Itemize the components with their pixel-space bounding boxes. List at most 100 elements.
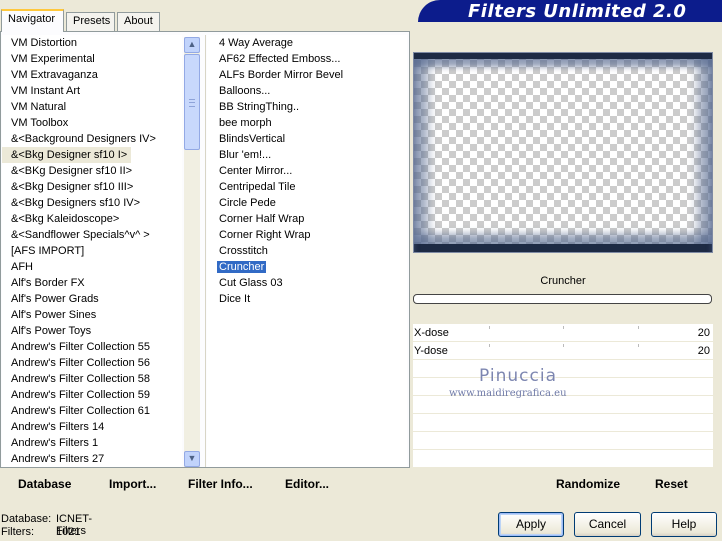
- category-item[interactable]: VM Extravaganza: [2, 67, 182, 83]
- cancel-button[interactable]: Cancel: [574, 512, 641, 537]
- param-value: 20: [697, 345, 710, 357]
- category-item[interactable]: Alf's Power Grads: [2, 291, 182, 307]
- filter-item[interactable]: AF62 Effected Emboss...: [207, 51, 407, 67]
- category-label: Andrew's Filter Collection 58: [11, 373, 151, 385]
- database-button[interactable]: Database: [18, 477, 71, 491]
- filter-item[interactable]: Corner Half Wrap: [207, 211, 407, 227]
- category-item[interactable]: Andrew's Filter Collection 58: [2, 371, 182, 387]
- category-item[interactable]: VM Instant Art: [2, 83, 182, 99]
- tab-about[interactable]: About: [117, 12, 160, 31]
- category-item[interactable]: &<Sandflower Specials^v^ >: [2, 227, 182, 243]
- param-label: X-dose: [414, 327, 449, 339]
- category-item[interactable]: &<Background Designers IV>: [2, 131, 182, 147]
- category-item[interactable]: Andrew's Filters 14: [2, 419, 182, 435]
- randomize-button[interactable]: Randomize: [556, 477, 620, 491]
- filter-item[interactable]: Dice It: [207, 291, 407, 307]
- tab-navigator[interactable]: Navigator: [1, 9, 64, 32]
- category-scrollbar[interactable]: ▲ ▼: [184, 37, 200, 467]
- filter-label: Cruncher: [217, 261, 267, 273]
- filter-label: Centripedal Tile: [219, 181, 296, 193]
- category-item[interactable]: Andrew's Filter Collection 61: [2, 403, 182, 419]
- category-label: Andrew's Filter Collection 59: [11, 389, 151, 401]
- tab-presets[interactable]: Presets: [66, 12, 115, 31]
- filter-info-button[interactable]: Filter Info...: [188, 477, 253, 491]
- category-item[interactable]: VM Experimental: [2, 51, 182, 67]
- filter-item[interactable]: BB StringThing..: [207, 99, 407, 115]
- progress-bar: [413, 294, 712, 304]
- scroll-up-button[interactable]: ▲: [184, 37, 200, 53]
- category-item[interactable]: &<Bkg Designer sf10 I>: [2, 147, 182, 163]
- category-item[interactable]: Andrew's Filters 27: [2, 451, 182, 467]
- category-item[interactable]: VM Distortion: [2, 35, 182, 51]
- category-label: Alf's Power Toys: [11, 325, 92, 337]
- filter-item[interactable]: Cut Glass 03: [207, 275, 407, 291]
- param-value: 20: [697, 327, 710, 339]
- category-item[interactable]: Alf's Power Sines: [2, 307, 182, 323]
- category-label: VM Instant Art: [11, 85, 81, 97]
- status-filters-label: Filters:: [1, 526, 34, 538]
- param-row-x-dose[interactable]: X-dose 20: [413, 324, 713, 342]
- editor-button[interactable]: Editor...: [285, 477, 329, 491]
- category-item[interactable]: Andrew's Filter Collection 59: [2, 387, 182, 403]
- param-row-empty: [413, 360, 713, 378]
- filter-item[interactable]: bee morph: [207, 115, 407, 131]
- param-row-empty: [413, 450, 713, 468]
- filter-label: Blur 'em!...: [219, 149, 272, 161]
- category-item[interactable]: VM Natural: [2, 99, 182, 115]
- filter-item[interactable]: 4 Way Average: [207, 35, 407, 51]
- category-label: VM Natural: [11, 101, 67, 113]
- list-divider: [205, 35, 206, 467]
- category-item[interactable]: &<Bkg Designer sf10 III>: [2, 179, 182, 195]
- category-label: &<Bkg Designer sf10 I>: [2, 147, 132, 163]
- help-button[interactable]: Help: [651, 512, 717, 537]
- filter-item[interactable]: Cruncher: [207, 259, 407, 275]
- slider-tick: [638, 344, 639, 347]
- filter-label: Dice It: [219, 293, 251, 305]
- category-item[interactable]: VM Toolbox: [2, 115, 182, 131]
- filter-item[interactable]: Crosstitch: [207, 243, 407, 259]
- filter-label: Center Mirror...: [219, 165, 293, 177]
- filter-label: AF62 Effected Emboss...: [219, 53, 341, 65]
- category-item[interactable]: Andrew's Filter Collection 55: [2, 339, 182, 355]
- filter-item[interactable]: Centripedal Tile: [207, 179, 407, 195]
- import-button[interactable]: Import...: [109, 477, 156, 491]
- preview-effect: [414, 53, 712, 252]
- category-item[interactable]: [AFS IMPORT]: [2, 243, 182, 259]
- category-item[interactable]: Andrew's Filters 1: [2, 435, 182, 451]
- category-label: [AFS IMPORT]: [11, 245, 85, 257]
- category-label: Alf's Power Grads: [11, 293, 99, 305]
- category-item[interactable]: Alf's Border FX: [2, 275, 182, 291]
- category-label: AFH: [11, 261, 33, 273]
- category-label: &<Sandflower Specials^v^ >: [11, 229, 150, 241]
- watermark-name: Pinuccia: [479, 366, 557, 386]
- filter-item[interactable]: Corner Right Wrap: [207, 227, 407, 243]
- scroll-thumb[interactable]: [184, 54, 200, 150]
- reset-button[interactable]: Reset: [655, 477, 688, 491]
- slider-tick: [638, 326, 639, 329]
- category-label: VM Distortion: [11, 37, 78, 49]
- filter-item[interactable]: Circle Pede: [207, 195, 407, 211]
- slider-tick: [563, 344, 564, 347]
- category-item[interactable]: &<BKg Designer sf10 II>: [2, 163, 182, 179]
- param-row-y-dose[interactable]: Y-dose 20: [413, 342, 713, 360]
- category-label: VM Experimental: [11, 53, 95, 65]
- category-item[interactable]: &<Bkg Designers sf10 IV>: [2, 195, 182, 211]
- category-list[interactable]: VM Distortion VM Experimental VM Extravaga…: [2, 35, 182, 467]
- category-item[interactable]: &<Bkg Kaleidoscope>: [2, 211, 182, 227]
- scroll-down-button[interactable]: ▼: [184, 451, 200, 467]
- filter-item[interactable]: BlindsVertical: [207, 131, 407, 147]
- filter-label: Circle Pede: [219, 197, 276, 209]
- filter-item[interactable]: Center Mirror...: [207, 163, 407, 179]
- category-label: &<Bkg Designer sf10 III>: [11, 181, 134, 193]
- category-item[interactable]: AFH: [2, 259, 182, 275]
- category-item[interactable]: Andrew's Filter Collection 56: [2, 355, 182, 371]
- apply-button[interactable]: Apply: [498, 512, 564, 537]
- filter-item[interactable]: ALFs Border Mirror Bevel: [207, 67, 407, 83]
- filter-label: Crosstitch: [219, 245, 268, 257]
- category-item[interactable]: Alf's Power Toys: [2, 323, 182, 339]
- filter-item[interactable]: Balloons...: [207, 83, 407, 99]
- category-label: Andrew's Filters 27: [11, 453, 105, 465]
- filter-item[interactable]: Blur 'em!...: [207, 147, 407, 163]
- filter-list[interactable]: 4 Way Average AF62 Effected Emboss... ALFs…: [207, 35, 407, 467]
- param-row-empty: [413, 432, 713, 450]
